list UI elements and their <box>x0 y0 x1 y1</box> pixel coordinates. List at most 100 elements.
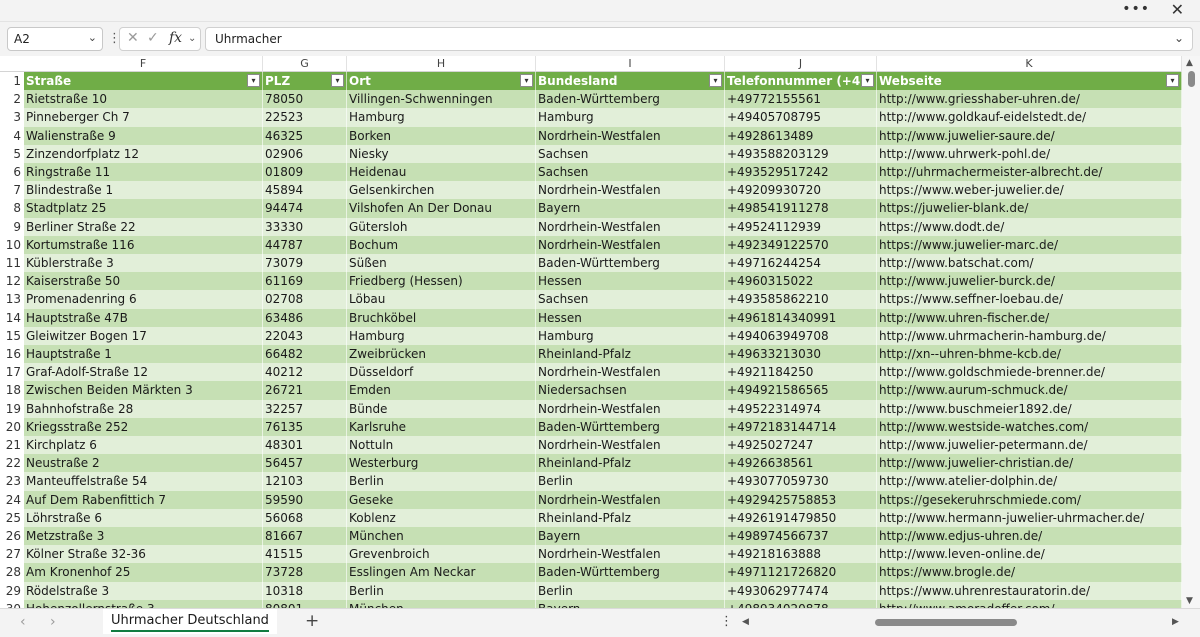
table-cell[interactable]: Sachsen <box>536 290 725 309</box>
table-cell[interactable]: Nordrhein-Westfalen <box>536 217 725 236</box>
row-number[interactable]: 4 <box>0 126 24 145</box>
table-cell[interactable]: Friedberg (Hessen) <box>347 272 536 291</box>
table-cell[interactable]: Neustraße 2 <box>24 454 263 473</box>
table-cell[interactable]: Berlin <box>347 581 536 600</box>
table-cell[interactable]: Zweibrücken <box>347 345 536 364</box>
table-cell[interactable]: http://www.juwelier-saure.de/ <box>877 126 1182 145</box>
table-cell[interactable]: Hauptstraße 47B <box>24 308 263 327</box>
table-cell[interactable]: https://www.dodt.de/ <box>877 217 1182 236</box>
chevron-left-icon[interactable]: ‹ <box>20 614 26 630</box>
table-cell[interactable]: Hamburg <box>536 326 725 345</box>
table-cell[interactable]: +494063949708 <box>725 326 877 345</box>
row-number[interactable]: 20 <box>0 417 24 436</box>
table-cell[interactable]: München <box>347 527 536 546</box>
table-cell[interactable]: Rheinland-Pfalz <box>536 454 725 473</box>
table-cell[interactable]: Bayern <box>536 199 725 218</box>
cancel-icon[interactable]: ✕ <box>127 30 139 46</box>
header-cell[interactable]: Ort ▾ <box>347 72 536 91</box>
table-cell[interactable]: Rietstraße 10 <box>24 90 263 109</box>
table-cell[interactable]: Blindestraße 1 <box>24 181 263 200</box>
column-header-k[interactable]: K <box>877 56 1182 72</box>
row-number[interactable]: 21 <box>0 436 24 455</box>
table-cell[interactable]: 02906 <box>263 144 347 163</box>
table-cell[interactable]: http://www.leven-online.de/ <box>877 545 1182 564</box>
table-cell[interactable]: 94474 <box>263 199 347 218</box>
table-cell[interactable]: 22043 <box>263 326 347 345</box>
spreadsheet-grid[interactable]: FGHIJK 1 Straße ▾ PLZ ▾ Ort ▾ Bundesland ▾ Telefo… <box>0 56 1182 608</box>
table-cell[interactable]: Borken <box>347 126 536 145</box>
table-cell[interactable]: 01809 <box>263 163 347 182</box>
table-cell[interactable]: Kaiserstraße 50 <box>24 272 263 291</box>
table-cell[interactable]: 66482 <box>263 345 347 364</box>
table-cell[interactable]: http://www.atelier-dolphin.de/ <box>877 472 1182 491</box>
table-cell[interactable]: Nordrhein-Westfalen <box>536 399 725 418</box>
table-cell[interactable]: http://www.griesshaber-uhren.de/ <box>877 90 1182 109</box>
header-cell[interactable]: Bundesland ▾ <box>536 72 725 91</box>
table-cell[interactable]: Hamburg <box>347 108 536 127</box>
table-cell[interactable]: 22523 <box>263 108 347 127</box>
scroll-down-icon[interactable]: ▼ <box>1186 596 1193 606</box>
table-cell[interactable]: Bayern <box>536 527 725 546</box>
table-cell[interactable]: +498541911278 <box>725 199 877 218</box>
row-number[interactable]: 22 <box>0 454 24 473</box>
table-cell[interactable]: http://www.westside-watches.com/ <box>877 417 1182 436</box>
row-number[interactable]: 24 <box>0 490 24 509</box>
vertical-scrollbar[interactable]: ▲ ▼ <box>1182 56 1200 608</box>
table-cell[interactable]: Walienstraße 9 <box>24 126 263 145</box>
row-number[interactable]: 18 <box>0 381 24 400</box>
table-cell[interactable]: http://uhrmachermeister-albrecht.de/ <box>877 163 1182 182</box>
chevron-down-icon[interactable]: ⌄ <box>188 33 196 44</box>
table-cell[interactable]: Nordrhein-Westfalen <box>536 181 725 200</box>
checkmark-icon[interactable]: ✓ <box>147 30 159 46</box>
table-cell[interactable]: Kirchplatz 6 <box>24 436 263 455</box>
table-cell[interactable]: Bahnhofstraße 28 <box>24 399 263 418</box>
table-cell[interactable]: Hessen <box>536 272 725 291</box>
row-number[interactable]: 29 <box>0 581 24 600</box>
table-cell[interactable]: Heidenau <box>347 163 536 182</box>
table-cell[interactable]: 56457 <box>263 454 347 473</box>
table-cell[interactable]: Berliner Straße 22 <box>24 217 263 236</box>
table-cell[interactable]: +4926638561 <box>725 454 877 473</box>
table-cell[interactable]: http://www.amoradoffer.com/ <box>877 599 1182 608</box>
table-cell[interactable]: Nordrhein-Westfalen <box>536 436 725 455</box>
filter-dropdown-icon[interactable]: ▾ <box>520 74 533 87</box>
table-cell[interactable]: +4971121726820 <box>725 563 877 582</box>
table-cell[interactable]: 73728 <box>263 563 347 582</box>
table-cell[interactable]: http://www.uhrwerk-pohl.de/ <box>877 144 1182 163</box>
table-cell[interactable]: https://www.uhrenrestauratorin.de/ <box>877 581 1182 600</box>
table-cell[interactable]: Metzstraße 3 <box>24 527 263 546</box>
table-cell[interactable]: http://www.juwelier-christian.de/ <box>877 454 1182 473</box>
table-cell[interactable]: +494921586565 <box>725 381 877 400</box>
table-cell[interactable]: Emden <box>347 381 536 400</box>
table-cell[interactable]: Hohenzollernstraße 3 <box>24 599 263 608</box>
table-cell[interactable]: Kortumstraße 116 <box>24 235 263 254</box>
table-cell[interactable]: +49772155561 <box>725 90 877 109</box>
row-number[interactable]: 13 <box>0 290 24 309</box>
row-number[interactable]: 28 <box>0 563 24 582</box>
table-cell[interactable]: +493077059730 <box>725 472 877 491</box>
table-cell[interactable]: Westerburg <box>347 454 536 473</box>
column-header-g[interactable]: G <box>263 56 347 72</box>
table-cell[interactable]: Küblerstraße 3 <box>24 254 263 273</box>
table-cell[interactable]: +4921184250 <box>725 363 877 382</box>
table-cell[interactable]: +49218163888 <box>725 545 877 564</box>
row-number[interactable]: 1 <box>0 72 24 91</box>
table-cell[interactable]: http://www.uhrmacherin-hamburg.de/ <box>877 326 1182 345</box>
table-cell[interactable]: Berlin <box>536 472 725 491</box>
name-box[interactable]: A2 ⌄ <box>7 27 103 51</box>
filter-dropdown-icon[interactable]: ▾ <box>861 74 874 87</box>
table-cell[interactable]: +498934020878 <box>725 599 877 608</box>
table-cell[interactable]: https://www.seffner-loebau.de/ <box>877 290 1182 309</box>
row-number[interactable]: 6 <box>0 163 24 182</box>
table-cell[interactable]: Gütersloh <box>347 217 536 236</box>
table-cell[interactable]: Baden-Württemberg <box>536 563 725 582</box>
table-cell[interactable]: Nordrhein-Westfalen <box>536 545 725 564</box>
table-cell[interactable]: Sachsen <box>536 163 725 182</box>
header-cell[interactable]: Webseite ▾ <box>877 72 1182 91</box>
table-cell[interactable]: Kölner Straße 32-36 <box>24 545 263 564</box>
table-cell[interactable]: 26721 <box>263 381 347 400</box>
expand-formula-icon[interactable]: ⌄ <box>1174 31 1184 45</box>
table-cell[interactable]: Rödelstraße 3 <box>24 581 263 600</box>
table-cell[interactable]: Bochum <box>347 235 536 254</box>
table-cell[interactable]: https://www.brogle.de/ <box>877 563 1182 582</box>
